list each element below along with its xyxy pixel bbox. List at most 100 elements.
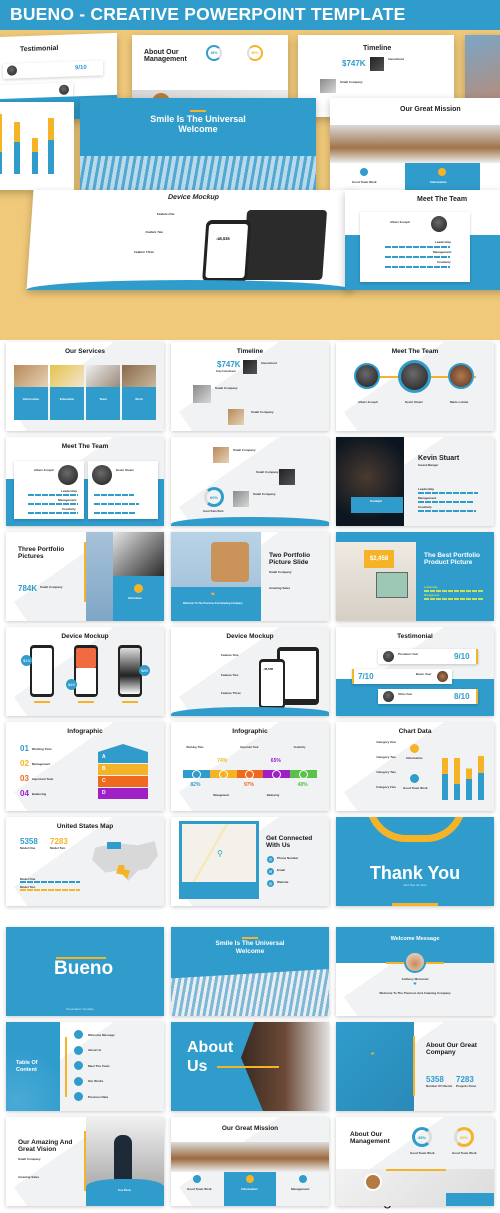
bar-segment-yellow: [442, 758, 448, 774]
toc-item[interactable]: Our Works: [74, 1076, 104, 1086]
progress-ring: 45%: [412, 1127, 432, 1147]
slide-great-mission[interactable]: Our Great Mission Good Team Work Informa…: [171, 1117, 329, 1206]
slide-get-connected[interactable]: ⚲ Get Connected With Us ✆ Phone Number ✉…: [171, 817, 329, 906]
slide-thank-you[interactable]: Thank You We'd Hear You Soon: [336, 817, 494, 906]
skill-label: Management: [58, 498, 77, 502]
slide-device-mockup-phones[interactable]: Device Mockup $19 $49 $89: [6, 627, 164, 716]
skill-label: Management: [418, 496, 437, 500]
team-icon: [410, 774, 419, 783]
slide-infographic-percent[interactable]: Infographic 82% Working Time 74% Management…: [171, 722, 329, 811]
avatar: [92, 465, 112, 485]
feature-label: Feature Three: [134, 250, 155, 254]
service-card: Team: [86, 365, 120, 420]
toc-icon: [74, 1045, 83, 1055]
step-number: 02: [20, 759, 29, 768]
slide-infographic-steps[interactable]: Infographic 01 Working Time 02 Management 03…: [6, 722, 164, 811]
avatar: [437, 671, 448, 682]
avatar: [448, 363, 474, 389]
toc-item[interactable]: About Us: [74, 1045, 101, 1055]
slide-chart-data[interactable]: Chart Data Category One Category Two Categ…: [336, 722, 494, 811]
slide-us-map[interactable]: United States Map 5358 Model One 7283 Mo…: [6, 817, 164, 906]
item-label: Amazing Sales: [269, 586, 291, 590]
badge-label: Flashlight: [370, 500, 382, 503]
mission-item: Information: [241, 1187, 258, 1191]
hero-slide-team: Meet The Team Albert Joseph Leadership M…: [345, 190, 500, 290]
price-tag: $2,458: [364, 550, 394, 568]
slide-title: Our Amazing And Great Vision: [18, 1139, 73, 1153]
slide-bueno-cover[interactable]: Bueno Presentation Template: [6, 927, 164, 1016]
timeline-item: Investment: [261, 361, 277, 365]
slide-welcome-message[interactable]: Welcome Message Anthony Mcconnel ❞ Welco…: [336, 927, 494, 1016]
slide-title: About Our Management: [144, 49, 187, 63]
slide-timeline[interactable]: Timeline $747K Grey Investment Investmen…: [171, 342, 329, 431]
slide-meet-the-team[interactable]: Meet The Team Albert Joseph Kevin Stuart…: [336, 342, 494, 431]
toc-item[interactable]: Meet The Team: [74, 1061, 109, 1070]
slide-title: United States Map: [56, 823, 114, 830]
feature-label: Feature One: [156, 212, 175, 216]
feature-label: Feature Three: [221, 691, 241, 695]
slide-meet-the-team-skills[interactable]: Meet The Team Albert Joseph Kevin Stuart…: [6, 437, 164, 526]
timeline-item: Small Company: [215, 386, 238, 390]
caption: Free Photo: [118, 1189, 132, 1192]
skill-label: Management: [433, 250, 452, 254]
toc-item[interactable]: Precious Data: [74, 1092, 108, 1101]
slide-table-of-content[interactable]: Table Of Content Welcome Message About Us…: [6, 1022, 164, 1111]
service-card: Education: [50, 365, 84, 420]
feature-label: Feature Two: [221, 673, 239, 677]
slide-title: Testimonial: [397, 633, 433, 640]
quote-text: Welcome To The Precious And Amazing Comp…: [379, 991, 451, 995]
toc-item[interactable]: Welcome Message: [74, 1030, 115, 1039]
price-badge: $49: [66, 679, 77, 690]
review-score: 9/10: [454, 652, 470, 661]
phone-icon: ✆: [267, 856, 274, 863]
step-number: 01: [20, 744, 29, 753]
mission-item: Good Team Work: [187, 1187, 212, 1191]
slide-title: Meet The Team: [391, 348, 439, 355]
slide-about-management[interactable]: About Our Management 45% 60% Good Team W…: [336, 1117, 494, 1206]
slide-subtitle: Presentation Template: [66, 1007, 94, 1011]
reviewer-name: Premium User: [398, 652, 419, 656]
slide-title: Welcome Message: [390, 936, 440, 942]
slide-title: Device Mockup: [61, 633, 109, 640]
slide-smile-welcome[interactable]: Smile Is The Universal Welcome: [171, 927, 329, 1016]
slide-device-mockup-tablet[interactable]: Device Mockup Feature One Feature Two Fe…: [171, 627, 329, 716]
slide-two-portfolio[interactable]: ❞ Welcome To The Precious And Amazing Co…: [171, 532, 329, 621]
slide-title: Infographic: [67, 728, 103, 735]
slide-best-portfolio[interactable]: $2,458 The Best Portfolio Product Pictur…: [336, 532, 494, 621]
slide-kevin-stuart[interactable]: Kevin Stuart General Manager Flashlight …: [336, 437, 494, 526]
hero-slide-chart: [0, 102, 74, 190]
slide-about-us[interactable]: About Us: [171, 1022, 329, 1111]
hero-slide-device: Device Mockup Feature One Feature Two Fe…: [26, 190, 359, 290]
slide-our-services[interactable]: Our Services Information Education Team …: [6, 342, 164, 431]
info-label: Information: [406, 756, 423, 760]
timeline-caption: Grey Investment: [216, 370, 236, 373]
slide-timeline-ring[interactable]: Small Company Small Company 60% Good Tea…: [171, 437, 329, 526]
slide-about-company[interactable]: ❞ About Our Great Company 5358 Number Of…: [336, 1022, 494, 1111]
management-icon: [299, 1175, 307, 1183]
person-name: Anthony Mcconnel: [401, 977, 429, 981]
timeline-item: Investment: [388, 57, 404, 61]
toc-label: Our Works: [88, 1079, 104, 1083]
step-label: Important Task: [31, 776, 54, 781]
stack-ribbon: A: [98, 752, 148, 763]
toc-icon: [74, 1030, 83, 1039]
bar-segment-yellow: [478, 755, 484, 773]
slide-testimonial[interactable]: Testimonial Premium User 9/10 7/10 Basic…: [336, 627, 494, 716]
slide-three-portfolio[interactable]: Three Portfolio Pictures 784K Small Comp…: [6, 532, 164, 621]
reviewer-name: Basic User: [416, 672, 432, 676]
item-label: Amazing Sales: [18, 1175, 40, 1179]
slide-title: Meet The Team: [417, 196, 468, 203]
review-score: 7/10: [358, 672, 374, 681]
badge-label: Information: [128, 597, 142, 600]
avatar: [383, 691, 394, 702]
team-icon: [360, 168, 368, 176]
feature-label: Feature One: [221, 653, 239, 657]
slide-title: Two Portfolio Picture Slide: [269, 552, 311, 566]
price-badge: $89: [139, 665, 150, 676]
item-label: Small Company: [269, 570, 292, 574]
phone-value: -45,535: [263, 667, 274, 671]
progress-ring: 60%: [247, 45, 263, 61]
stacked-bar-chart: [442, 755, 484, 800]
slide-amazing-vision[interactable]: Our Amazing And Great Vision Small Compa…: [6, 1117, 164, 1206]
slide-title: Welcome: [235, 948, 265, 955]
